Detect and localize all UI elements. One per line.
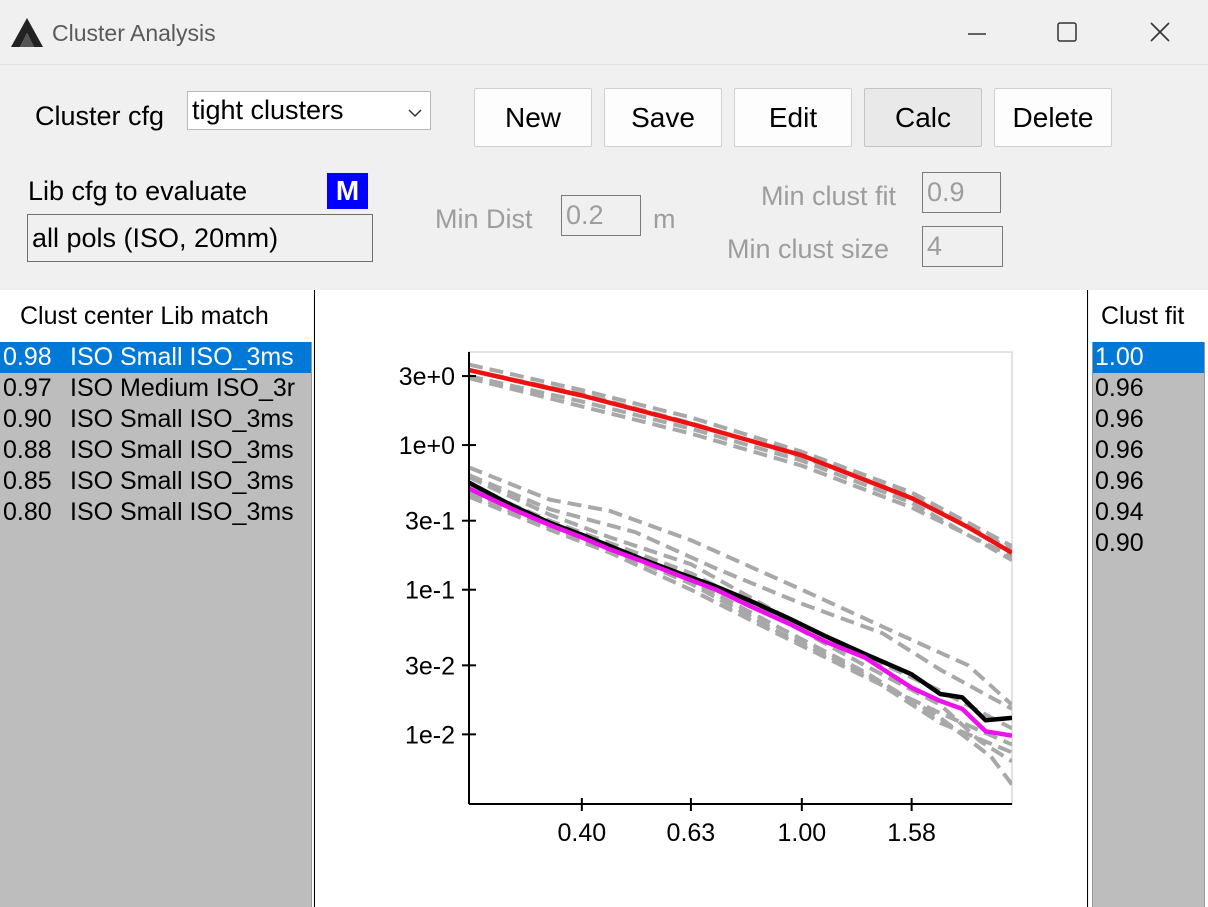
minimize-icon <box>968 33 986 35</box>
list-item[interactable]: 0.88 ISO Small ISO_3ms <box>0 435 311 466</box>
maximize-icon <box>1057 22 1077 42</box>
lib-cfg-value: all pols (ISO, 20mm) <box>32 223 279 253</box>
list-item[interactable]: 0.96 <box>1093 466 1204 497</box>
fit-value: 0.94 <box>1095 498 1144 526</box>
y-tick-label: 3e-1 <box>405 508 455 536</box>
match-name: ISO Small ISO_3ms <box>70 436 294 464</box>
min-clust-size-input[interactable]: 4 <box>922 226 1003 267</box>
calc-button[interactable]: Calc <box>864 88 982 147</box>
list-item[interactable]: 0.85 ISO Small ISO_3ms <box>0 466 311 497</box>
min-dist-label: Min Dist <box>435 204 533 234</box>
min-dist-input[interactable]: 0.2 <box>561 195 641 236</box>
lib-match-header: Clust center Lib match <box>0 290 311 340</box>
list-item[interactable]: 0.96 <box>1093 435 1204 466</box>
match-name: ISO Small ISO_3ms <box>70 498 294 526</box>
y-tick-label: 1e-2 <box>405 721 455 749</box>
list-item[interactable]: 0.94 <box>1093 497 1204 528</box>
cluster-cfg-value: tight clusters <box>192 95 344 125</box>
list-item[interactable]: 0.97 ISO Medium ISO_3r <box>0 373 311 404</box>
match-value: 0.80 <box>3 498 52 526</box>
fit-value: 0.90 <box>1095 529 1144 557</box>
minimize-button[interactable] <box>954 14 1000 50</box>
series-line-gray <box>469 489 1012 786</box>
clust-fit-list[interactable]: 1.00 0.96 0.96 0.96 0.96 0.94 0.90 <box>1092 342 1205 907</box>
series-line-gray <box>469 494 1012 747</box>
series-line-gray <box>469 374 1012 562</box>
clust-fit-panel: Clust fit 1.00 0.96 0.96 0.96 0.96 0.94 … <box>1089 290 1208 907</box>
match-name: ISO Small ISO_3ms <box>70 405 294 433</box>
min-clust-size-label: Min clust size <box>727 234 890 264</box>
cluster-cfg-dropdown[interactable]: tight clusters <box>187 91 431 130</box>
title-bar: Cluster Analysis <box>0 0 1208 65</box>
lib-match-panel: Clust center Lib match 0.98 ISO Small IS… <box>0 290 313 907</box>
match-value: 0.98 <box>3 343 52 371</box>
match-value: 0.85 <box>3 467 52 495</box>
plot-frame <box>468 351 1013 805</box>
clust-fit-header-label: Clust fit <box>1101 302 1185 330</box>
min-clust-fit-input[interactable]: 0.9 <box>922 172 1001 213</box>
min-dist-value: 0.2 <box>566 200 604 230</box>
fit-value: 1.00 <box>1095 343 1144 371</box>
y-tick-label: 3e-2 <box>405 652 455 680</box>
chart-panel: 3e+0 1e+0 3e-1 1e-1 3e-2 1e-2 0.40 0.63 1.00 1.58 <box>314 290 1088 907</box>
list-item[interactable]: 0.80 ISO Small ISO_3ms <box>0 497 311 528</box>
close-button[interactable] <box>1137 14 1183 50</box>
x-tick-label: 1.00 <box>777 819 826 847</box>
y-tick-label: 3e+0 <box>399 363 455 391</box>
list-item[interactable]: 0.96 <box>1093 404 1204 435</box>
lib-cfg-label: Lib cfg to evaluate <box>28 176 248 206</box>
fit-value: 0.96 <box>1095 405 1144 433</box>
list-item[interactable]: 0.96 <box>1093 373 1204 404</box>
list-item[interactable]: 0.98 ISO Small ISO_3ms <box>0 342 311 373</box>
y-tick-label: 1e+0 <box>399 432 455 460</box>
new-button[interactable]: New <box>474 88 592 147</box>
list-item[interactable]: 0.90 <box>1093 528 1204 559</box>
chevron-down-icon <box>408 105 422 123</box>
min-clust-fit-label: Min clust fit <box>761 181 897 211</box>
fit-value: 0.96 <box>1095 467 1144 495</box>
edit-button[interactable]: Edit <box>734 88 852 147</box>
list-item[interactable]: 0.90 ISO Small ISO_3ms <box>0 404 311 435</box>
x-tick-label: 0.63 <box>667 819 716 847</box>
x-tick-label: 1.58 <box>887 819 936 847</box>
x-tick-label: 0.40 <box>558 819 607 847</box>
min-dist-unit: m <box>653 204 676 234</box>
match-name: ISO Medium ISO_3r <box>70 374 296 402</box>
match-name: ISO Small ISO_3ms <box>70 343 294 371</box>
fit-value: 0.96 <box>1095 374 1144 402</box>
match-value: 0.90 <box>3 405 52 433</box>
match-value: 0.88 <box>3 436 52 464</box>
min-clust-fit-value: 0.9 <box>927 177 965 207</box>
app-logo-icon <box>10 17 44 54</box>
y-tick-label: 1e-1 <box>405 577 455 605</box>
decay-chart: 3e+0 1e+0 3e-1 1e-1 3e-2 1e-2 0.40 0.63 1.00 1.58 <box>399 351 1013 847</box>
list-item[interactable]: 1.00 <box>1093 342 1204 373</box>
maximize-button[interactable] <box>1044 14 1090 50</box>
delete-button[interactable]: Delete <box>994 88 1112 147</box>
close-icon <box>1150 22 1170 42</box>
window-title: Cluster Analysis <box>52 20 216 46</box>
lib-cfg-m-button[interactable]: M <box>327 173 368 209</box>
lib-match-list[interactable]: 0.98 ISO Small ISO_3ms 0.97 ISO Medium I… <box>0 342 312 907</box>
cluster-cfg-label: Cluster cfg <box>35 101 165 131</box>
match-name: ISO Small ISO_3ms <box>70 467 294 495</box>
min-clust-size-value: 4 <box>927 231 943 261</box>
fit-value: 0.96 <box>1095 436 1144 464</box>
lib-cfg-field[interactable]: all pols (ISO, 20mm) <box>27 214 373 262</box>
match-value: 0.97 <box>3 374 52 402</box>
save-button[interactable]: Save <box>604 88 722 147</box>
lib-match-header-label: Clust center Lib match <box>20 302 269 330</box>
